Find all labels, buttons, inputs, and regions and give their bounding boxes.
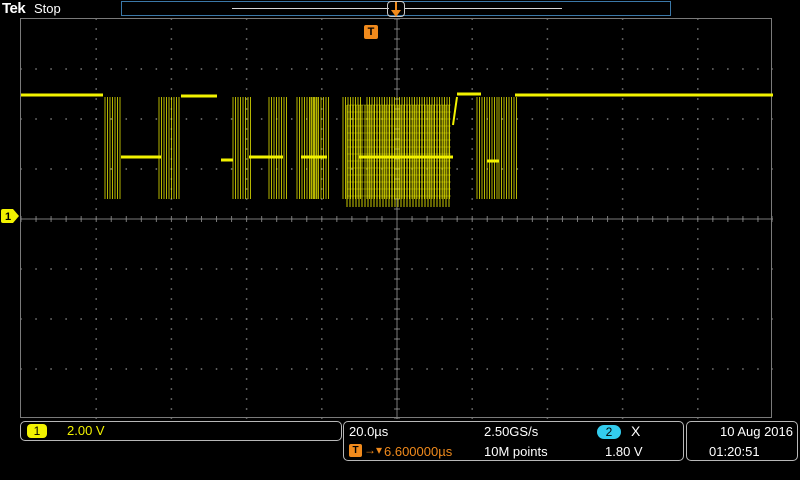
date-value: 10 Aug 2016 [719, 424, 793, 439]
brand-logo: Tek [2, 0, 26, 17]
trigger-slope-icon[interactable]: X [631, 423, 640, 439]
trigger-delay-value[interactable]: 6.600000µs [384, 444, 452, 459]
record-length-value[interactable]: 10M points [484, 444, 548, 459]
trigger-marker-icon[interactable]: T [364, 25, 378, 39]
top-status-bar: Tek Stop [0, 0, 800, 18]
run-state-label[interactable]: Stop [34, 1, 61, 16]
waveform-display[interactable] [20, 18, 773, 419]
trigger-position-arrow-icon[interactable] [390, 2, 402, 18]
trigger-delay-arrow-icon: →▾ [364, 443, 383, 457]
time-value: 01:20:51 [709, 444, 760, 459]
ch1-vertical-scale[interactable]: 2.00 V [67, 423, 105, 438]
graticule-grid [21, 19, 773, 419]
ch1-settings-panel[interactable]: 1 2.00 V [20, 421, 342, 441]
ch1-waveform [21, 92, 773, 207]
record-overview-right-line [405, 8, 562, 9]
trigger-source-badge[interactable]: 2 [597, 425, 621, 439]
ch1-ground-marker-label: 1 [5, 211, 11, 223]
ch1-ground-marker[interactable]: 1 [0, 208, 20, 224]
horizontal-settings-panel[interactable]: 20.0µs 2.50GS/s T →▾ 6.600000µs 10M poin… [343, 421, 684, 461]
record-overview-left-line [232, 8, 389, 9]
sample-rate-value: 2.50GS/s [484, 424, 539, 439]
datetime-panel[interactable]: 10 Aug 2016 01:20:51 [686, 421, 798, 461]
trigger-level-value[interactable]: 1.80 V [605, 444, 643, 459]
trigger-delay-icon: T [349, 444, 362, 457]
bottom-status-bar: 1 2.00 V 20.0µs 2.50GS/s T →▾ 6.600000µs… [0, 419, 800, 480]
ch1-badge[interactable]: 1 [27, 424, 47, 438]
timebase-value[interactable]: 20.0µs [349, 424, 388, 439]
